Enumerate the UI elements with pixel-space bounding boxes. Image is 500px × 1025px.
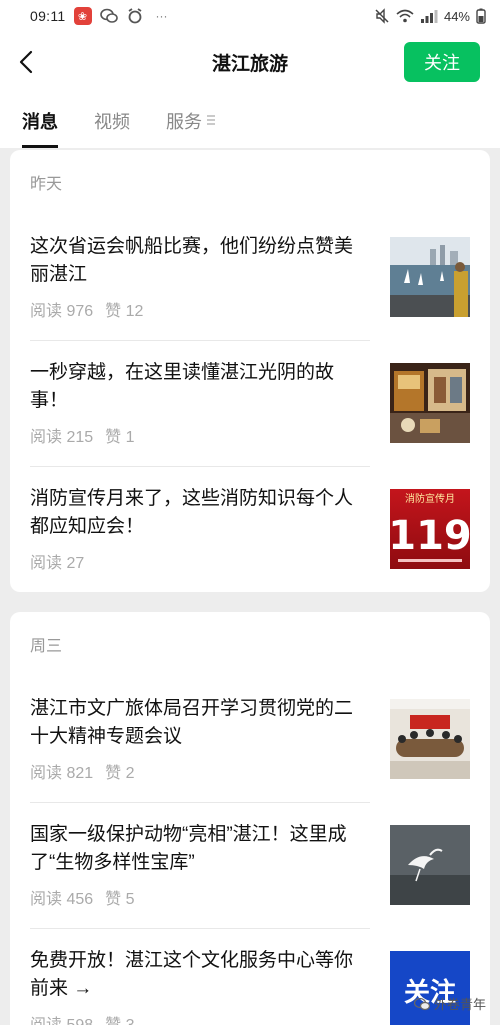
like-count: 赞 5 <box>105 891 135 908</box>
article-text: 国家一级保护动物“亮相”湛江！这里成了“生物多样性宝库” 阅读 456 赞 5 <box>30 821 370 909</box>
article-title: 免费开放！湛江这个文化服务中心等你前来 → <box>30 950 354 999</box>
mute-icon <box>374 8 390 24</box>
article-thumbnail-sailing <box>390 237 470 317</box>
article-title: 一秒穿越，在这里读懂湛江光阴的故事！ <box>30 362 335 411</box>
status-right: 44% <box>374 8 486 24</box>
wechat-logo-icon <box>413 997 430 1010</box>
read-count: 阅读 598 <box>30 1011 93 1025</box>
group-date-label: 昨天 <box>30 176 63 193</box>
group-date-label: 周三 <box>30 638 63 655</box>
battery-percent: 44% <box>443 8 470 24</box>
page-title: 湛江旅游 <box>211 53 288 75</box>
article-text: 消防宣传月来了，这些消防知识每个人都应知应会！ 阅读 27 <box>30 485 370 573</box>
tab-videos-label: 视频 <box>94 112 130 132</box>
read-count: 阅读 821 <box>30 765 94 782</box>
article-text: 这次省运会帆船比赛，他们纷纷点赞美丽湛江 阅读 976 赞 12 <box>30 233 370 321</box>
article-item[interactable]: 一秒穿越，在这里读懂湛江光阴的故事！ 阅读 215 赞 1 <box>30 340 470 466</box>
article-title: 国家一级保护动物“亮相”湛江！这里成了“生物多样性宝库” <box>30 824 347 873</box>
article-text: 一秒穿越，在这里读懂湛江光阴的故事！ 阅读 215 赞 1 <box>30 359 370 447</box>
article-item[interactable]: 湛江市文广旅体局召开学习贯彻党的二十大精神专题会议 阅读 821 赞 2 <box>30 676 470 802</box>
article-meta: 阅读 27 <box>30 549 370 573</box>
battery-icon <box>476 8 486 24</box>
alarm-icon <box>126 7 144 25</box>
wifi-icon <box>396 9 414 23</box>
watermark-text: 外卷青年 <box>433 997 486 1012</box>
status-time: 09:11 <box>30 8 66 24</box>
article-item[interactable]: 这次省运会帆船比赛，他们纷纷点赞美丽湛江 阅读 976 赞 12 <box>30 214 470 340</box>
article-meta: 阅读 598 赞 3 <box>30 1011 370 1025</box>
article-item[interactable]: 免费开放！湛江这个文化服务中心等你前来 → 阅读 598 赞 3 关注 <box>30 928 470 1025</box>
read-count: 阅读 215 <box>30 429 94 446</box>
like-count: 赞 2 <box>105 765 135 782</box>
tab-messages-label: 消息 <box>22 112 58 132</box>
article-text: 湛江市文广旅体局召开学习贯彻党的二十大精神专题会议 阅读 821 赞 2 <box>30 695 370 783</box>
tab-services[interactable]: 服务 <box>166 92 216 148</box>
status-bar: 09:11 ❀ ··· 44% <box>0 0 500 32</box>
tab-messages[interactable]: 消息 <box>22 92 58 148</box>
like-count: 赞 3 <box>105 1011 134 1025</box>
message-group-yesterday: 昨天 这次省运会帆船比赛，他们纷纷点赞美丽湛江 阅读 976 赞 12 一秒穿越… <box>10 150 490 592</box>
poster-heading: 消防宣传月 <box>405 492 455 505</box>
article-text: 免费开放！湛江这个文化服务中心等你前来 → 阅读 598 赞 3 <box>30 947 370 1025</box>
article-title: 这次省运会帆船比赛，他们纷纷点赞美丽湛江 <box>30 236 354 285</box>
read-count: 阅读 456 <box>30 891 94 908</box>
chevron-left-icon <box>19 50 33 74</box>
message-feed: 昨天 这次省运会帆船比赛，他们纷纷点赞美丽湛江 阅读 976 赞 12 一秒穿越… <box>10 150 490 1025</box>
menu-icon <box>207 115 215 125</box>
article-item[interactable]: 国家一级保护动物“亮相”湛江！这里成了“生物多样性宝库” 阅读 456 赞 5 <box>30 802 470 928</box>
back-button[interactable] <box>10 46 42 78</box>
wechat-icon <box>99 7 118 25</box>
article-meta: 阅读 215 赞 1 <box>30 423 370 447</box>
article-item[interactable]: 消防宣传月来了，这些消防知识每个人都应知应会！ 阅读 27 消防宣传月 119 <box>30 466 470 592</box>
like-count: 赞 12 <box>105 303 144 320</box>
article-title: 湛江市文广旅体局召开学习贯彻党的二十大精神专题会议 <box>30 698 354 747</box>
status-left: 09:11 ❀ ··· <box>30 7 168 25</box>
article-thumbnail-follow: 关注 <box>390 951 470 1025</box>
article-meta: 阅读 456 赞 5 <box>30 885 370 909</box>
signal-icon <box>420 9 438 23</box>
article-thumbnail-exhibit <box>390 363 470 443</box>
read-count: 阅读 27 <box>30 555 85 572</box>
message-group-wednesday: 周三 湛江市文广旅体局召开学习贯彻党的二十大精神专题会议 阅读 821 赞 2 <box>10 612 490 1025</box>
article-thumbnail-meeting <box>390 699 470 779</box>
like-count: 赞 1 <box>105 429 135 446</box>
article-meta: 阅读 821 赞 2 <box>30 759 370 783</box>
app-notification-icon: ❀ <box>73 7 92 25</box>
top-nav-bar: 湛江旅游 关注 <box>0 32 500 92</box>
account-tabs: 消息 视频 服务 <box>0 92 500 148</box>
article-thumbnail-egret <box>390 825 470 905</box>
tab-services-label: 服务 <box>166 112 202 132</box>
article-thumbnail-fire-month: 消防宣传月 119 <box>390 489 470 569</box>
poster-number: 119 <box>390 513 470 559</box>
article-meta: 阅读 976 赞 12 <box>30 297 370 321</box>
follow-button[interactable]: 关注 <box>404 42 480 82</box>
more-notifications-icon: ··· <box>155 9 168 23</box>
article-title: 消防宣传月来了，这些消防知识每个人都应知应会！ <box>30 488 354 537</box>
watermark: 外卷青年 <box>413 994 486 1013</box>
read-count: 阅读 976 <box>30 303 94 320</box>
tab-videos[interactable]: 视频 <box>94 92 130 148</box>
